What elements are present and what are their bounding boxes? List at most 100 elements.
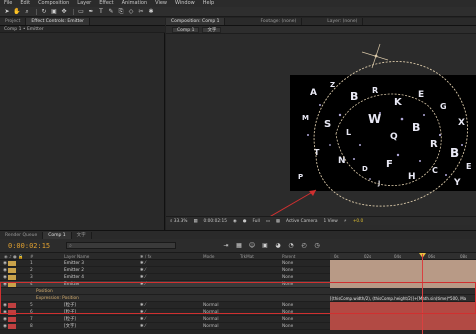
expression-text[interactable]: [(thisComp.width/2), (thisComp.height/2)… bbox=[330, 295, 476, 302]
comp-chip-text[interactable]: 文字 bbox=[202, 26, 222, 33]
graph-editor-icon[interactable]: ◔ bbox=[287, 242, 295, 250]
col-trkmat[interactable]: TrkMat bbox=[240, 253, 254, 260]
layer-duration-bar[interactable] bbox=[330, 316, 476, 323]
menu-item-edit[interactable]: Edit bbox=[20, 0, 30, 7]
comp-chip-comp1[interactable]: Comp 1 bbox=[172, 26, 200, 33]
camera-select[interactable]: Active Camera bbox=[286, 219, 318, 224]
tab-effect-controls[interactable]: Effect Controls: Emitter bbox=[26, 18, 90, 25]
layer-name[interactable]: Emitter 4 bbox=[64, 274, 84, 281]
layer-switches-icon[interactable]: ✱ ⁄ bbox=[140, 260, 146, 267]
layer-switches-icon[interactable]: ✱ ⁄ bbox=[140, 323, 146, 330]
layer-row[interactable]: ◉ 5 [粒子] ✱ ⁄ Normal None bbox=[0, 302, 476, 309]
transparency-icon[interactable]: ▩ bbox=[276, 219, 280, 224]
parent-select[interactable]: None bbox=[282, 316, 293, 323]
shy-layers-icon[interactable]: ☺ bbox=[248, 242, 256, 250]
comp-mini-flowchart-icon[interactable]: ⇥ bbox=[222, 242, 230, 250]
layer-name[interactable]: [粒子] bbox=[64, 309, 76, 316]
tab-footage[interactable]: Footage: (none) bbox=[255, 18, 303, 25]
layer-duration-bar[interactable] bbox=[330, 267, 476, 274]
selection-tool-icon[interactable]: ➤ bbox=[3, 8, 11, 16]
timeline-timecode[interactable]: 0:00:02:15 bbox=[8, 242, 50, 250]
tab-text[interactable]: 文字 bbox=[72, 232, 92, 239]
property-row[interactable]: Position bbox=[0, 288, 476, 295]
menu-item-help[interactable]: Help bbox=[203, 0, 214, 7]
snapshot-icon[interactable]: ◉ bbox=[233, 219, 237, 224]
tab-render-queue[interactable]: Render Queue bbox=[0, 232, 44, 239]
rectangle-tool-icon[interactable]: ▭ bbox=[77, 8, 85, 16]
layer-duration-bar[interactable] bbox=[330, 323, 476, 330]
tab-layer[interactable]: Layer: (none) bbox=[322, 18, 364, 25]
visibility-eye-icon[interactable]: ◉ bbox=[3, 323, 7, 330]
label-color-swatch[interactable] bbox=[8, 310, 16, 315]
layer-duration-bar[interactable] bbox=[330, 281, 476, 288]
frame-blending-icon[interactable]: ▣ bbox=[261, 242, 269, 250]
live-update-icon[interactable]: ◴ bbox=[300, 242, 308, 250]
brainstorm-icon[interactable]: ◷ bbox=[313, 242, 321, 250]
layer-duration-bar[interactable] bbox=[330, 260, 476, 267]
visibility-eye-icon[interactable]: ◉ bbox=[3, 267, 7, 274]
layer-row[interactable]: ◉ 4 Emitter ✱ ⁄ None bbox=[0, 281, 476, 288]
zoom-tool-icon[interactable]: ⌕ bbox=[23, 8, 31, 16]
label-color-swatch[interactable] bbox=[8, 261, 16, 266]
tab-project[interactable]: Project bbox=[0, 18, 27, 25]
layer-name[interactable]: Emitter 3 bbox=[64, 260, 84, 267]
layer-search-input[interactable]: ⌕ bbox=[66, 242, 177, 249]
label-color-swatch[interactable] bbox=[8, 303, 16, 308]
layer-row[interactable]: ◉ 7 [粒子] ✱ ⁄ Normal None bbox=[0, 316, 476, 323]
layer-duration-bar[interactable] bbox=[330, 274, 476, 281]
layer-name[interactable]: Emitter bbox=[64, 281, 80, 288]
blend-mode-select[interactable]: Normal bbox=[203, 316, 219, 323]
motion-blur-icon[interactable]: ◕ bbox=[274, 242, 282, 250]
layer-name[interactable]: [粒子] bbox=[64, 302, 76, 309]
pen-tool-icon[interactable]: ✒ bbox=[87, 8, 95, 16]
zoom-level[interactable]: ⌕ 33.3% bbox=[170, 219, 187, 224]
blend-mode-select[interactable]: Normal bbox=[203, 309, 219, 316]
parent-select[interactable]: None bbox=[282, 309, 293, 316]
visibility-eye-icon[interactable]: ◉ bbox=[3, 281, 7, 288]
visibility-eye-icon[interactable]: ◉ bbox=[3, 316, 7, 323]
view-layout-select[interactable]: 1 View bbox=[324, 219, 338, 224]
hand-tool-icon[interactable]: ✋ bbox=[13, 8, 21, 16]
layer-switches-icon[interactable]: ✱ ⁄ bbox=[140, 309, 146, 316]
menu-item-composition[interactable]: Composition bbox=[38, 0, 69, 7]
layer-duration-bar[interactable] bbox=[330, 302, 476, 309]
parent-select[interactable]: None bbox=[282, 274, 293, 281]
tab-comp1[interactable]: Comp 1 bbox=[43, 232, 72, 239]
exposure-value[interactable]: +0.0 bbox=[353, 219, 363, 224]
layer-switches-icon[interactable]: ✱ ⁄ bbox=[140, 302, 146, 309]
grid-icon[interactable]: ▦ bbox=[193, 219, 197, 224]
menu-item-layer[interactable]: Layer bbox=[77, 0, 91, 7]
clone-tool-icon[interactable]: ⎘ bbox=[117, 8, 125, 16]
layer-switches-icon[interactable]: ✱ ⁄ bbox=[140, 316, 146, 323]
resolution-select[interactable]: Full bbox=[252, 219, 259, 224]
property-name[interactable]: Position bbox=[36, 288, 53, 295]
parent-select[interactable]: None bbox=[282, 323, 293, 330]
tab-composition[interactable]: Composition: Comp 1 bbox=[166, 18, 226, 25]
visibility-eye-icon[interactable]: ◉ bbox=[3, 309, 7, 316]
eraser-tool-icon[interactable]: ◇ bbox=[127, 8, 135, 16]
brush-tool-icon[interactable]: ✎ bbox=[107, 8, 115, 16]
col-mode[interactable]: Mode bbox=[203, 253, 214, 260]
layer-name[interactable]: [粒子] bbox=[64, 316, 76, 323]
menu-item-view[interactable]: View bbox=[155, 0, 167, 7]
fast-preview-icon[interactable]: ⚡ bbox=[344, 219, 347, 224]
visibility-eye-icon[interactable]: ◉ bbox=[3, 274, 7, 281]
label-color-swatch[interactable] bbox=[8, 324, 16, 329]
region-icon[interactable]: ▭ bbox=[266, 219, 270, 224]
camera-tool-icon[interactable]: ▣ bbox=[50, 8, 58, 16]
draft-3d-icon[interactable]: ▦ bbox=[235, 242, 243, 250]
blend-mode-select[interactable]: Normal bbox=[203, 302, 219, 309]
property-row[interactable]: Expression: Position [(thisComp.width/2),… bbox=[0, 295, 476, 302]
blend-mode-select[interactable]: Normal bbox=[203, 323, 219, 330]
label-color-swatch[interactable] bbox=[8, 317, 16, 322]
layer-row[interactable]: ◉ 2 Emitter 2 ✱ ⁄ None bbox=[0, 267, 476, 274]
current-time[interactable]: 0:00:02:15 bbox=[204, 219, 227, 224]
pan-behind-tool-icon[interactable]: ✥ bbox=[60, 8, 68, 16]
menu-item-effect[interactable]: Effect bbox=[99, 0, 113, 7]
label-color-swatch[interactable] bbox=[8, 268, 16, 273]
type-tool-icon[interactable]: T bbox=[97, 8, 105, 16]
col-parent[interactable]: Parent bbox=[282, 253, 295, 260]
time-ruler[interactable]: 0s 02s 04s 06s 08s bbox=[330, 253, 476, 260]
color-channel-icon[interactable]: ● bbox=[243, 219, 247, 224]
menu-item-animation[interactable]: Animation bbox=[122, 0, 148, 7]
